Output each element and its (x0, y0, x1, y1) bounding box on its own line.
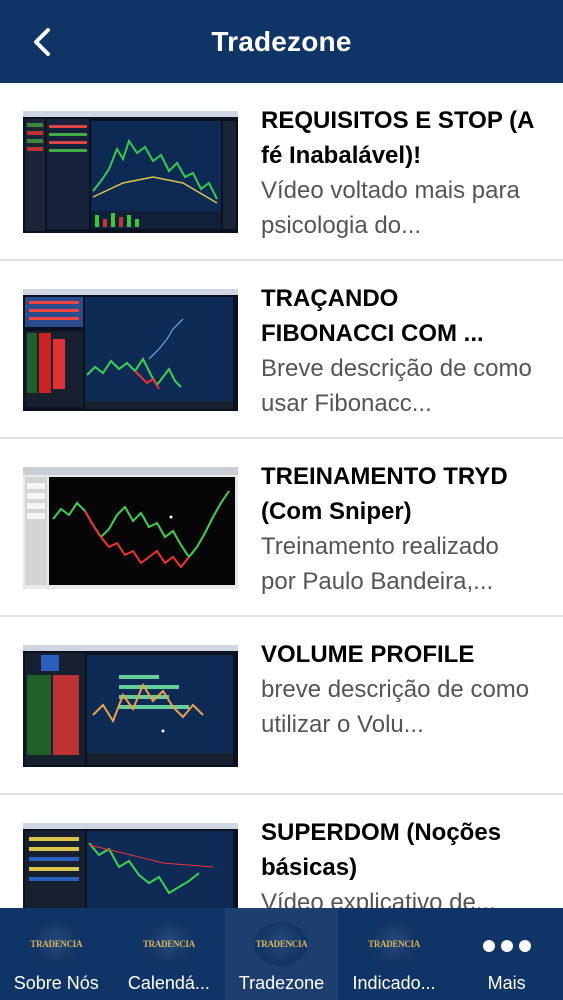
video-thumbnail[interactable] (23, 289, 238, 411)
item-description: Breve descrição de como usar Fibonacc... (261, 355, 532, 417)
tradencia-logo-icon: TRADENCIA (367, 922, 422, 966)
tab-label: Calendá... (127, 973, 210, 993)
tab-label: Indicado... (352, 973, 436, 993)
page-title: Tradezone (211, 25, 352, 57)
list-item[interactable]: TREINAMENTO TRYD (Com Sniper) Treinament… (0, 439, 563, 617)
back-chevron-icon[interactable] (26, 22, 62, 62)
tradencia-logo-icon: TRADENCIA (141, 922, 196, 966)
video-thumbnail[interactable] (23, 467, 238, 589)
item-title: REQUISITOS E STOP (A fé Inabalável)! (261, 107, 534, 169)
list-item[interactable]: REQUISITOS E STOP (A fé Inabalável)! Víd… (0, 83, 563, 261)
item-title: TRAÇANDO FIBONACCI COM ... (261, 285, 484, 347)
tab-mais[interactable]: Mais (450, 908, 563, 1000)
list-item[interactable]: VOLUME PROFILE breve descrição de como u… (0, 617, 563, 795)
video-list[interactable]: REQUISITOS E STOP (A fé Inabalável)! Víd… (0, 83, 563, 908)
tab-label: Sobre Nós (13, 973, 99, 993)
tradencia-logo-icon: TRADENCIA (254, 922, 309, 966)
video-thumbnail[interactable] (23, 645, 238, 767)
tab-label: Tradezone (238, 973, 325, 993)
list-item[interactable]: TRAÇANDO FIBONACCI COM ... Breve descriç… (0, 261, 563, 439)
item-description: Treinamento realizado por Paulo Bandeira… (261, 533, 499, 595)
tab-tradezone[interactable]: TRADENCIA Tradezone (225, 908, 338, 1000)
tradencia-logo-icon: TRADENCIA (29, 922, 84, 966)
app-header: Tradezone (0, 0, 563, 83)
tab-indicadores[interactable]: TRADENCIA Indicado... (338, 908, 451, 1000)
item-description: breve descrição de como utilizar o Volu.… (261, 676, 530, 738)
item-title: VOLUME PROFILE (261, 641, 475, 668)
tab-label: Mais (487, 973, 526, 993)
more-dots-icon (482, 940, 531, 952)
list-item[interactable]: SUPERDOM (Noções básicas) Vídeo explicat… (0, 795, 563, 908)
item-description: Vídeo voltado mais para psicologia do... (261, 177, 520, 239)
item-description: Vídeo explicativo de... (261, 889, 496, 908)
tab-sobre-nos[interactable]: TRADENCIA Sobre Nós (0, 908, 113, 1000)
item-title: TREINAMENTO TRYD (Com Sniper) (261, 463, 508, 525)
tab-bar: TRADENCIA Sobre Nós TRADENCIA Calendá...… (0, 908, 563, 1000)
video-thumbnail[interactable] (23, 823, 238, 908)
tab-calendario[interactable]: TRADENCIA Calendá... (113, 908, 226, 1000)
item-title: SUPERDOM (Noções básicas) (261, 819, 502, 881)
video-thumbnail[interactable] (23, 111, 238, 233)
